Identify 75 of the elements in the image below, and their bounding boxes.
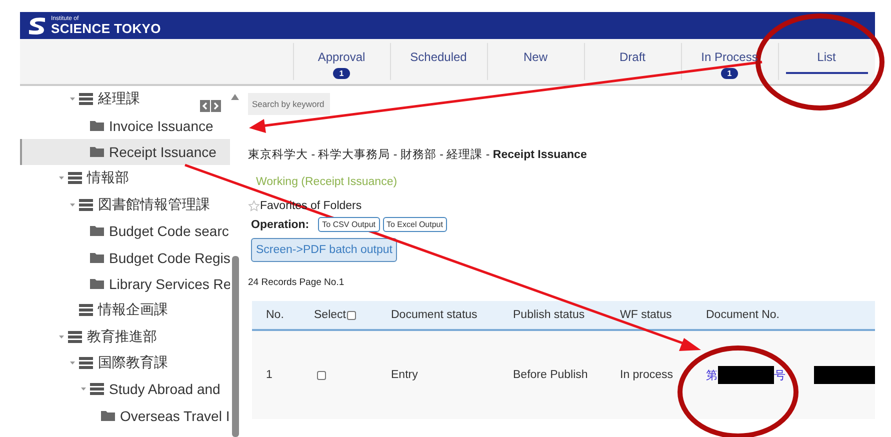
- previous-icon[interactable]: [200, 100, 210, 112]
- table-cell-text: In process: [620, 369, 674, 381]
- select-all-checkbox[interactable]: [346, 310, 356, 320]
- next-icon[interactable]: [211, 100, 221, 112]
- logo-icon: [28, 16, 46, 36]
- tree-item-label[interactable]: 情報部: [87, 169, 129, 188]
- star-icon[interactable]: [248, 200, 260, 212]
- tree-item-label[interactable]: Receipt Issuance: [109, 144, 216, 160]
- folder-icon: [89, 146, 105, 158]
- list-icon: [67, 330, 83, 343]
- list-icon: [78, 357, 94, 370]
- tree-item-label[interactable]: 教育推進部: [87, 328, 157, 346]
- folder-icon: [89, 120, 105, 132]
- tree-item-label[interactable]: Invoice Issuance: [109, 118, 214, 134]
- tree-item[interactable]: 教育推進部: [20, 324, 230, 350]
- tree-item-label[interactable]: Budget Code searc: [109, 223, 229, 240]
- caret-icon[interactable]: [56, 332, 67, 341]
- tree-item[interactable]: Budget Code Regis: [20, 244, 230, 271]
- list-icon: [78, 198, 94, 211]
- tree-item-label[interactable]: 図書館情報管理課: [98, 196, 210, 214]
- search-field[interactable]: Search by keyword: [248, 93, 330, 115]
- tree-item-label[interactable]: Budget Code Regis: [109, 250, 230, 266]
- column-header: Publish status: [513, 309, 585, 321]
- tree-item-label[interactable]: 情報企画課: [98, 301, 168, 320]
- tab[interactable]: Draft: [584, 39, 681, 84]
- column-header: WF status: [620, 309, 672, 321]
- tree-item[interactable]: Invoice Issuance: [20, 112, 230, 139]
- document-link[interactable]: 第: [706, 368, 718, 382]
- tree-item-label[interactable]: Study Abroad and: [109, 381, 220, 398]
- scroll-up-icon[interactable]: [231, 94, 239, 100]
- folder-icon: [89, 225, 105, 238]
- folder-icon: [100, 410, 116, 422]
- folder-icon: [89, 252, 105, 264]
- tab[interactable]: List: [778, 39, 875, 84]
- tab[interactable]: New: [487, 39, 584, 84]
- tree-item[interactable]: 経理課: [20, 86, 230, 112]
- list-icon: [78, 93, 94, 106]
- column-header: Document status: [391, 309, 478, 321]
- pdf-output-button[interactable]: Screen->PDF batch output: [251, 238, 398, 262]
- row-checkbox[interactable]: [317, 370, 326, 380]
- tree-item-label[interactable]: 国際教育課: [98, 354, 168, 372]
- tree-item[interactable]: Study Abroad and: [20, 376, 230, 403]
- tree-item[interactable]: 情報部: [20, 165, 230, 192]
- records-count: 24 Records Page No.1: [248, 277, 346, 288]
- operation-label: Operation:: [251, 218, 310, 230]
- table-cell-text: 1: [266, 369, 274, 381]
- output-button[interactable]: To CSV Output: [318, 217, 380, 232]
- document-link[interactable]: 号: [774, 368, 786, 382]
- table-cell-text: Entry: [391, 369, 419, 381]
- tree-item[interactable]: 図書館情報管理課: [20, 192, 230, 218]
- column-header: Document No.: [706, 309, 780, 321]
- tree-item[interactable]: 国際教育課: [20, 350, 230, 376]
- output-button[interactable]: To Excel Output: [382, 217, 447, 232]
- breadcrumb: 東京科学大 - 科学大事務局 - 財務部 - 経理課 - Receipt Issuance: [248, 147, 588, 162]
- tree-item[interactable]: Budget Code searc: [20, 218, 230, 244]
- tree-item[interactable]: 情報企画課: [20, 297, 230, 324]
- table-cell-text: Before Publish: [513, 369, 589, 381]
- column-header: No.: [266, 309, 284, 321]
- scrollbar-thumb[interactable]: [232, 256, 238, 437]
- folder-icon: [89, 278, 105, 290]
- tree-item[interactable]: Overseas Travel I: [20, 402, 230, 430]
- tree-item-label[interactable]: 経理課: [98, 90, 140, 108]
- count-badge: 1: [333, 68, 350, 79]
- list-icon: [67, 172, 83, 184]
- tree-item-label[interactable]: Overseas Travel I: [120, 408, 230, 424]
- caret-icon[interactable]: [67, 200, 78, 209]
- column-header: Select: [314, 309, 346, 321]
- logo-name: SCIENCE TOKYO: [51, 22, 161, 35]
- tree-item[interactable]: Receipt Issuance: [20, 138, 230, 166]
- count-badge: 1: [721, 68, 738, 79]
- working-status: Working (Receipt Issuance): [256, 176, 398, 188]
- list-icon: [89, 383, 105, 396]
- tab[interactable]: Approval 1: [293, 39, 390, 84]
- list-icon: [78, 304, 94, 316]
- tab[interactable]: Scheduled: [390, 39, 487, 84]
